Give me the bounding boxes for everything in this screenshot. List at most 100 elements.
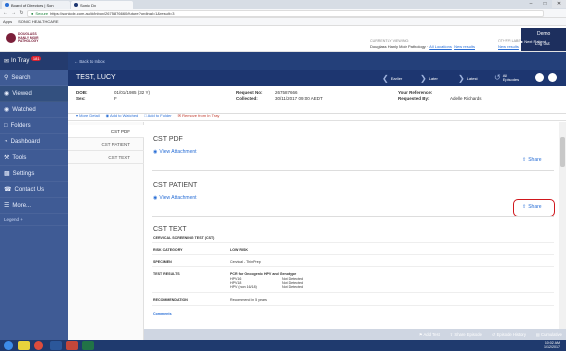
row-value: LOW RISK — [230, 248, 248, 252]
back-icon[interactable]: ← — [3, 10, 8, 16]
eye-icon: ◉ — [153, 149, 158, 155]
start-icon[interactable] — [4, 341, 13, 350]
requested-by-label: Requested By: — [398, 96, 430, 101]
sidebar-item-watched[interactable]: ◉ Watched — [0, 102, 68, 118]
maximize-icon[interactable]: □ — [538, 0, 552, 8]
sidebar-item-legend[interactable]: Legend + — [0, 214, 68, 226]
next-patient-button[interactable]: ▶ Next Patient — [520, 40, 560, 52]
bookmarks-bar: Apps SONIC HEALTHCARE — [0, 18, 566, 26]
collected-label: Collected: — [236, 96, 258, 101]
chevron-right-icon: ❯ — [420, 73, 427, 83]
sidebar-item-viewed[interactable]: ◉ Viewed — [0, 86, 68, 102]
url-text: https://sonicdx.com.au/#/inbox/267587666… — [50, 10, 175, 16]
remove-intray-button[interactable]: ✉ Remove from In Tray — [178, 113, 220, 118]
view-attachment-pdf[interactable]: ◉ View Attachment — [153, 149, 197, 155]
phone-icon: ☎ — [4, 187, 12, 193]
scrollbar-thumb[interactable] — [560, 137, 565, 167]
close-icon[interactable]: ✕ — [552, 0, 566, 8]
search-icon: ⚲ — [4, 75, 9, 81]
hpv-result: Not Detected — [282, 285, 303, 289]
sidebar-item-intray[interactable]: ✉ In Tray 181 — [0, 52, 68, 70]
favicon-icon — [5, 3, 9, 7]
folder-icon[interactable] — [18, 341, 30, 350]
sex-value: F — [114, 96, 117, 101]
back-to-inbox[interactable]: ← Back to Inbox — [68, 52, 566, 70]
sidebar-item-contact[interactable]: ☎ Contact Us — [0, 182, 68, 198]
current-viewing-label: CURRENTLY VIEWING: — [370, 39, 410, 43]
chrome-icon[interactable] — [34, 341, 43, 350]
cumulative-button[interactable]: ▤ Cumulative — [536, 332, 562, 337]
reload-icon[interactable]: ↻ — [19, 10, 24, 16]
chevron-left-icon: ❮ — [382, 73, 389, 83]
section-title-pdf: CST PDF — [153, 136, 183, 143]
sidebar-item-settings[interactable]: ▩ Settings — [0, 166, 68, 182]
view-attachment-patient[interactable]: ◉ View Attachment — [153, 195, 197, 201]
episode-history-button[interactable]: ↺ Episode History — [492, 332, 526, 337]
new-results-link[interactable]: New results — [454, 44, 475, 49]
wrench-icon: ⚒ — [4, 155, 10, 161]
sidebar-item-search[interactable]: ⚲ Search — [0, 70, 68, 86]
divider — [152, 292, 554, 293]
word-icon[interactable] — [50, 341, 62, 350]
requested-by-value: Adelle Richards — [450, 96, 482, 101]
add-test-button[interactable]: ⚑ Add Test — [419, 332, 440, 337]
request-label: Request No: — [236, 90, 263, 95]
all-locations-link[interactable]: All Locations — [429, 44, 452, 49]
tab-cst-patient[interactable]: CST PATIENT — [68, 138, 144, 151]
sidebar-item-tools[interactable]: ⚒ Tools — [0, 150, 68, 166]
minimize-icon[interactable]: – — [524, 0, 538, 8]
comments-link[interactable]: Comments — [153, 312, 172, 316]
patient-bar — [68, 70, 566, 86]
browser-tab-sonicdx[interactable]: Sonic Dx — [71, 1, 133, 9]
add-folder-button[interactable]: □ Add to Folder — [144, 113, 171, 118]
forward-icon[interactable]: → — [11, 10, 16, 16]
window-controls: – □ ✕ — [524, 0, 566, 8]
divider — [152, 305, 554, 306]
bookmark-sonic[interactable]: SONIC HEALTHCARE — [18, 19, 58, 24]
divider — [152, 170, 554, 171]
later-button[interactable]: ❯ Later — [420, 72, 438, 84]
settings-icon: ▩ — [4, 171, 10, 177]
tab-cst-text[interactable]: CST TEXT — [68, 151, 144, 164]
favicon-icon — [74, 3, 78, 7]
intray-icon: ✉ — [4, 58, 10, 65]
logo[interactable]: DOUGLASS HANLY MOIR PATHOLOGY — [6, 29, 52, 47]
user-circle-icon[interactable] — [548, 73, 557, 82]
latest-button[interactable]: ❯ Latest — [458, 72, 478, 84]
sidebar-item-dashboard[interactable]: ◔ Dashboard — [0, 134, 68, 150]
row-label: RECOMMENDATION — [153, 298, 188, 302]
row-label: SPECIMEN — [153, 260, 172, 264]
powerpoint-icon[interactable] — [66, 341, 78, 350]
tab-cst-pdf[interactable]: CST PDF — [68, 125, 144, 138]
result-content — [144, 122, 559, 329]
divider — [152, 266, 554, 267]
sidebar-item-folders[interactable]: □ Folders — [0, 118, 68, 134]
double-chevron-icon: ❯ — [458, 73, 465, 83]
section-title-patient: CST PATIENT — [153, 182, 198, 189]
earlier-button[interactable]: ❮ Earlier — [382, 72, 402, 84]
divider — [152, 216, 554, 217]
bookmark-apps[interactable]: Apps — [3, 19, 12, 24]
row-label: RISK CATEGORY — [153, 248, 183, 252]
dob-value: 01/01/1985 (32 Y) — [114, 90, 150, 95]
sidebar-item-more[interactable]: ☰ More... — [0, 198, 68, 214]
more-detail-button[interactable]: ▾ More Detail — [76, 113, 100, 118]
share-highlight-annotation — [513, 199, 555, 217]
previous-patient-button[interactable]: ◀ Previous Patient — [478, 40, 518, 52]
actions-bar: ▾ More Detail ◉ Add to Watched □ Add to … — [68, 111, 566, 121]
add-watched-button[interactable]: ◉ Add to Watched — [106, 113, 139, 118]
share-episode-button[interactable]: ⇧ Share Episode — [450, 332, 482, 337]
all-episodes-button[interactable]: ↺ All Episodes — [494, 72, 520, 84]
row-value: Recommend in 5 years — [230, 298, 267, 302]
dashboard-icon: ◔ — [4, 138, 8, 145]
refresh-icon[interactable] — [535, 73, 544, 82]
menu-icon: ☰ — [4, 203, 10, 209]
share-button-pdf[interactable]: ⇧ Share — [522, 157, 542, 163]
intray-count-badge: 181 — [31, 55, 42, 61]
excel-icon[interactable] — [82, 341, 94, 350]
divider — [152, 242, 554, 243]
url-field[interactable]: ● Secure https://sonicdx.com.au/#/inbox/… — [27, 9, 544, 17]
logo-text: DOUGLASS HANLY MOIR PATHOLOGY — [18, 32, 39, 44]
secure-label: Secure — [35, 10, 49, 16]
browser-tab-board[interactable]: Board of Directors | Son — [2, 1, 70, 9]
